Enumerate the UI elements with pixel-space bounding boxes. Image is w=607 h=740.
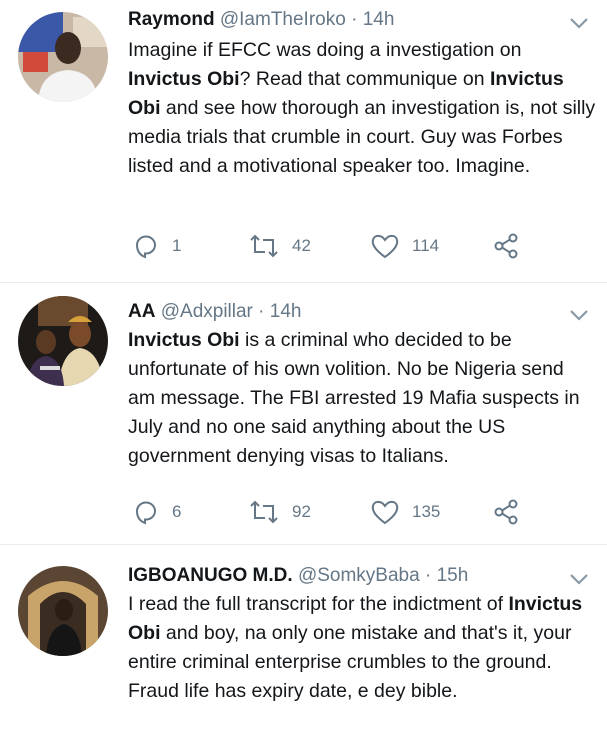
like-icon: [371, 234, 399, 259]
chevron-down-icon[interactable]: [568, 16, 590, 30]
retweet-count: 42: [292, 236, 311, 255]
tweet-text: Invictus Obi is a criminal who decided t…: [128, 329, 580, 467]
tweet[interactable]: AA @Adxpillar · 14h Invictus Obi is a cr…: [0, 282, 607, 545]
display-name[interactable]: AA: [128, 301, 155, 322]
avatar[interactable]: [18, 12, 108, 102]
retweet-icon: [250, 234, 278, 258]
share-button[interactable]: [492, 232, 520, 260]
timestamp[interactable]: · 15h: [425, 565, 468, 586]
display-name[interactable]: IGBOANUGO M.D.: [128, 565, 293, 586]
retweet-button[interactable]: 42: [248, 232, 311, 260]
timestamp[interactable]: · 14h: [258, 301, 301, 322]
like-icon: [371, 500, 399, 525]
reply-icon: [135, 235, 156, 259]
chevron-down-icon[interactable]: [568, 308, 590, 322]
timestamp[interactable]: · 14h: [351, 9, 394, 30]
reply-button[interactable]: 1: [132, 232, 181, 260]
tweet-text: I read the full transcript for the indic…: [128, 593, 583, 702]
tweet-header: Raymond @IamTheIroko · 14h: [128, 8, 394, 32]
reply-button[interactable]: 6: [132, 498, 181, 526]
like-count: 114: [412, 236, 440, 255]
like-button[interactable]: 135: [370, 498, 440, 526]
tweet-text: Imagine if EFCC was doing a investigatio…: [128, 39, 596, 177]
retweet-count: 92: [292, 502, 311, 521]
user-handle[interactable]: @IamTheIroko: [220, 9, 346, 30]
user-handle[interactable]: @Adxpillar: [161, 301, 253, 322]
like-count: 135: [412, 502, 441, 521]
share-button[interactable]: [492, 498, 520, 526]
share-icon: [494, 233, 518, 259]
user-handle[interactable]: @SomkyBaba: [298, 565, 420, 586]
retweet-icon: [250, 500, 278, 524]
avatar[interactable]: [18, 296, 108, 386]
chevron-down-icon[interactable]: [568, 572, 590, 586]
reply-icon: [135, 501, 156, 525]
tweet-actions: 6 92 135: [128, 498, 558, 526]
tweet[interactable]: Raymond @IamTheIroko · 14h Imagine if EF…: [0, 0, 607, 283]
retweet-button[interactable]: 92: [248, 498, 311, 526]
tweet-actions: 1 42 114: [128, 232, 558, 260]
avatar[interactable]: [18, 566, 108, 656]
reply-count: 1: [172, 236, 182, 255]
tweet-header: AA @Adxpillar · 14h: [128, 300, 301, 324]
display-name[interactable]: Raymond: [128, 9, 215, 30]
reply-count: 6: [172, 502, 182, 521]
tweet-header: IGBOANUGO M.D. @SomkyBaba · 15h: [128, 564, 468, 588]
like-button[interactable]: 114: [370, 232, 439, 260]
share-icon: [494, 499, 518, 525]
tweet[interactable]: IGBOANUGO M.D. @SomkyBaba · 15h I read t…: [0, 544, 607, 740]
